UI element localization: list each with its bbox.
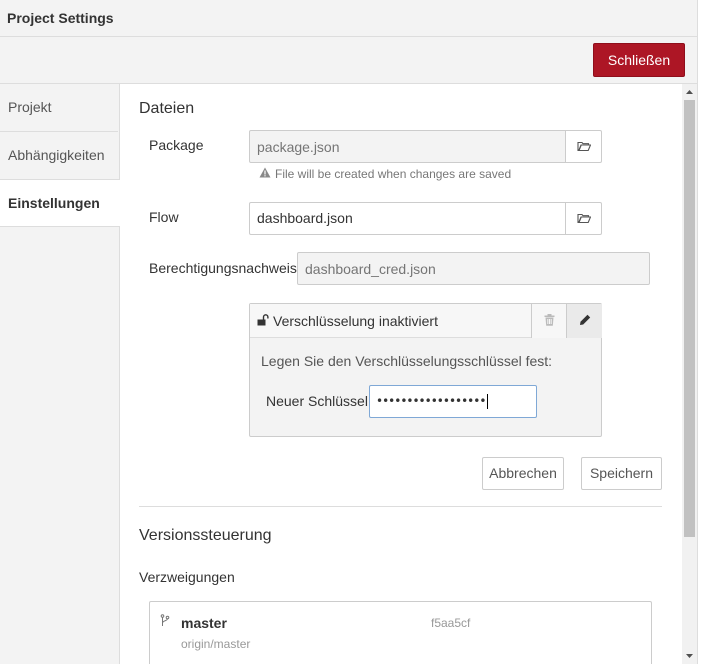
trash-icon	[544, 313, 555, 329]
encryption-header: Verschlüsselung inaktiviert	[250, 304, 602, 338]
window-edge	[697, 0, 703, 664]
settings-content: Dateien Package File will be created whe…	[120, 84, 682, 664]
branch-name: master	[181, 615, 227, 631]
dialog-toolbar: Schließen	[0, 37, 697, 84]
delete-key-button[interactable]	[531, 304, 567, 338]
credentials-label: Berechtigungsnachweis	[149, 260, 297, 276]
section-divider	[139, 506, 662, 507]
branch-commit-hash: f5aa5cf	[431, 616, 471, 630]
edit-key-button[interactable]	[566, 304, 602, 338]
vertical-scrollbar[interactable]	[682, 84, 697, 664]
package-hint: File will be created when changes are sa…	[259, 167, 511, 181]
scroll-down-arrow-icon[interactable]	[682, 648, 697, 664]
folder-open-icon	[576, 211, 591, 227]
tab-abhaengigkeiten[interactable]: Abhängigkeiten	[0, 132, 118, 180]
version-control-title: Versionssteuerung	[139, 527, 272, 544]
encryption-panel: Verschlüsselung inaktiviert Legen Sie de…	[249, 303, 602, 437]
cancel-button[interactable]: Abbrechen	[482, 457, 564, 490]
folder-open-icon	[576, 139, 591, 155]
flow-label: Flow	[149, 209, 179, 225]
new-key-label: Neuer Schlüssel	[266, 393, 368, 409]
text-caret	[487, 394, 489, 409]
close-button[interactable]: Schließen	[593, 43, 685, 77]
unlock-icon	[257, 313, 269, 329]
tab-projekt[interactable]: Projekt	[0, 84, 118, 132]
encryption-status-text: Verschlüsselung inaktiviert	[273, 313, 438, 329]
package-browse-button[interactable]	[566, 130, 602, 163]
branch-list-item[interactable]: master f5aa5cf origin/master	[149, 601, 652, 664]
dialog-title: Project Settings	[7, 10, 114, 26]
branches-title: Verzweigungen	[139, 569, 235, 585]
branch-icon	[160, 614, 170, 630]
new-key-value: ••••••••••••••••••	[376, 394, 486, 408]
dialog-title-bar: Project Settings	[0, 0, 697, 37]
encryption-status: Verschlüsselung inaktiviert	[257, 313, 438, 329]
warning-icon	[259, 167, 271, 181]
package-input[interactable]	[249, 130, 566, 163]
encryption-prompt: Legen Sie den Verschlüsselungsschlüssel …	[261, 353, 553, 369]
files-section-title: Dateien	[139, 100, 195, 117]
package-hint-text: File will be created when changes are sa…	[275, 167, 512, 181]
flow-browse-button[interactable]	[566, 202, 602, 235]
settings-sidebar: Projekt Abhängigkeiten Einstellungen	[0, 84, 120, 664]
save-button[interactable]: Speichern	[581, 457, 662, 490]
flow-input[interactable]: dashboard.json	[249, 202, 566, 235]
pencil-icon	[579, 313, 591, 329]
new-key-input[interactable]: ••••••••••••••••••	[369, 385, 537, 418]
scrollbar-thumb[interactable]	[684, 100, 695, 537]
tab-einstellungen[interactable]: Einstellungen	[0, 179, 120, 227]
credentials-input[interactable]	[297, 252, 650, 285]
scroll-up-arrow-icon[interactable]	[682, 84, 697, 100]
package-label: Package	[149, 137, 204, 153]
branch-remote: origin/master	[181, 637, 251, 651]
